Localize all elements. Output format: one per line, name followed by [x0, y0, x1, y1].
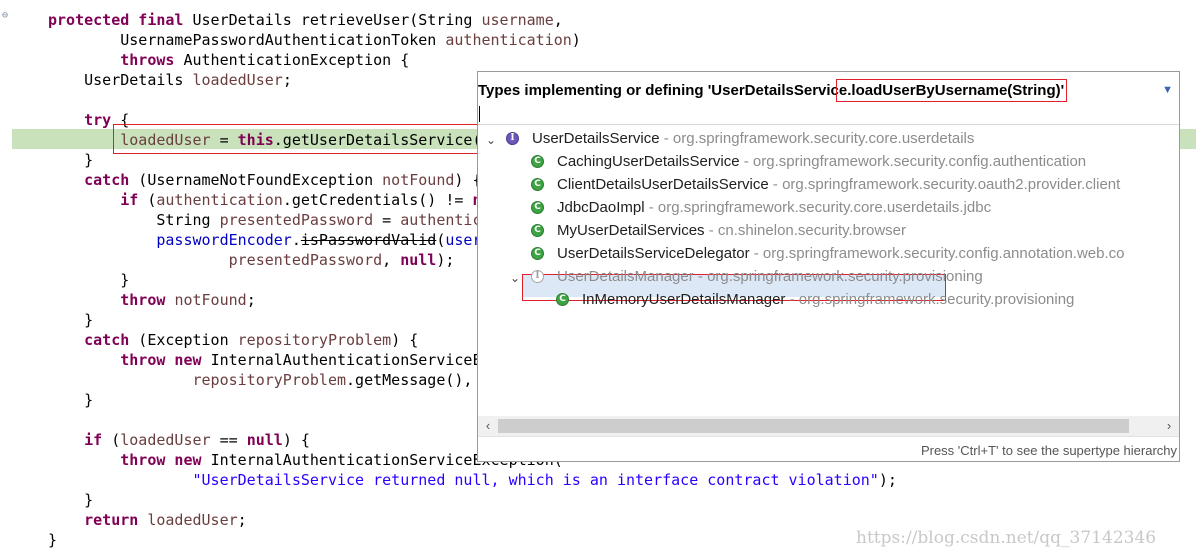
code-line: return loadedUser;	[84, 511, 247, 529]
code-line: }	[48, 531, 58, 549]
highlight-box-call	[113, 124, 478, 154]
popup-separator	[478, 124, 1179, 125]
interface-icon: I	[506, 132, 519, 145]
tree-item[interactable]: UserDetailsManager - org.springframework…	[557, 266, 983, 288]
code-line: "UserDetailsService returned null, which…	[192, 471, 897, 489]
package-name: - org.springframework.security.provision…	[693, 268, 983, 285]
code-line: catch (Exception repositoryProblem) {	[84, 331, 419, 349]
code-line: throws AuthenticationException {	[120, 51, 410, 69]
type-name: ClientDetailsUserDetailsService	[557, 176, 769, 193]
code-line: throw notFound;	[120, 291, 256, 309]
code-line: }	[48, 271, 130, 289]
code-line: }	[48, 311, 94, 329]
horizontal-scrollbar[interactable]: ‹ ›	[478, 416, 1179, 436]
quick-type-hierarchy-popup[interactable]: Types implementing or defining 'UserDeta…	[477, 71, 1180, 462]
code-line: UserDetails loadedUser;	[48, 71, 292, 89]
code-line: UsernamePasswordAuthenticationToken auth…	[48, 31, 581, 49]
status-hint: Press 'Ctrl+T' to see the supertype hier…	[920, 443, 1177, 458]
scrollbar-thumb[interactable]	[498, 419, 1129, 433]
type-tree[interactable]: ⌄ I UserDetailsService - org.springframewo…	[478, 126, 1179, 416]
interface-icon: I	[531, 270, 544, 283]
chevron-down-icon[interactable]: ⌄	[486, 133, 498, 147]
popup-title: Types implementing or defining 'UserDeta…	[478, 79, 1068, 102]
package-name: - org.springframework.security.provision…	[785, 291, 1075, 308]
type-name: CachingUserDetailsService	[557, 153, 740, 170]
code-line: }	[48, 491, 94, 509]
code-line: }	[48, 151, 94, 169]
type-name: UserDetailsService	[532, 130, 660, 147]
type-name: UserDetailsServiceDelegator	[557, 245, 750, 262]
tree-item[interactable]: UserDetailsService - org.springframework…	[532, 128, 974, 150]
code-line: if (loadedUser == null) {	[84, 431, 310, 449]
scroll-right-icon[interactable]: ›	[1159, 416, 1179, 436]
tree-item[interactable]: ClientDetailsUserDetailsService - org.sp…	[557, 174, 1120, 196]
type-name: InMemoryUserDetailsManager	[582, 291, 786, 308]
package-name: - org.springframework.security.config.au…	[739, 153, 1087, 170]
fold-icon[interactable]: ⊖	[2, 11, 10, 21]
type-name: MyUserDetailServices	[557, 222, 705, 239]
code-line: }	[48, 391, 94, 409]
tree-item[interactable]: JdbcDaoImpl - org.springframework.securi…	[557, 197, 991, 219]
tree-item[interactable]: CachingUserDetailsService - org.springfr…	[557, 151, 1086, 173]
class-icon: C	[556, 293, 569, 306]
class-icon: C	[531, 224, 544, 237]
package-name: - org.springframework.security.core.user…	[659, 130, 975, 147]
type-name: JdbcDaoImpl	[557, 199, 645, 216]
code-line: catch (UsernameNotFoundException notFoun…	[84, 171, 482, 189]
code-line: String presentedPassword = authenticatio…	[48, 211, 527, 229]
class-icon: C	[531, 178, 544, 191]
chevron-down-icon[interactable]: ▼	[1162, 84, 1173, 96]
package-name: - org.springframework.security.oauth2.pr…	[768, 176, 1121, 193]
chevron-down-icon[interactable]: ⌄	[510, 271, 522, 285]
package-name: - cn.shinelon.security.browser	[704, 222, 907, 239]
scroll-left-icon[interactable]: ‹	[478, 416, 498, 436]
type-name: UserDetailsManager	[557, 268, 694, 285]
watermark: https://blog.csdn.net/qq_37142346	[856, 528, 1157, 548]
code-line: presentedPassword, null);	[228, 251, 455, 269]
code-line: protected final UserDetails retrieveUser…	[48, 11, 563, 29]
filter-input-cursor[interactable]	[479, 106, 480, 122]
popup-footer: Press 'Ctrl+T' to see the supertype hier…	[478, 436, 1179, 461]
class-icon: C	[531, 201, 544, 214]
package-name: - org.springframework.security.core.user…	[644, 199, 992, 216]
package-name: - org.springframework.security.config.an…	[749, 245, 1125, 262]
static-class-icon: C	[531, 247, 544, 260]
tree-item[interactable]: UserDetailsServiceDelegator - org.spring…	[557, 243, 1124, 265]
popup-title-highlight: e.loadUserByUsername(String)'	[835, 79, 1068, 102]
code-line: if (authentication.getCredentials() != n…	[120, 191, 508, 209]
popup-title-prefix: Types implementing or defining 'UserDeta…	[478, 82, 839, 99]
tree-item[interactable]: InMemoryUserDetailsManager - org.springf…	[582, 289, 1074, 311]
tree-item[interactable]: MyUserDetailServices - cn.shinelon.secur…	[557, 220, 906, 242]
class-icon: C	[531, 155, 544, 168]
